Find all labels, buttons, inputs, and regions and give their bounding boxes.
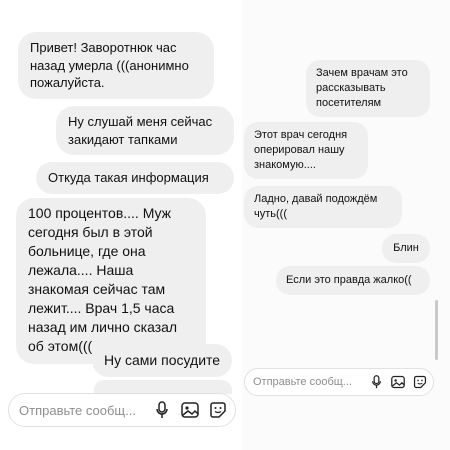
message-text: Ну слушай меня сейчас закидают тапками (68, 114, 213, 147)
right-chat-panel: Зачем врачам это рассказывать посетителя… (242, 0, 450, 450)
message-text: Зачем врачам это рассказывать посетителя… (316, 67, 408, 109)
message-text: Ну сами посудите (104, 352, 221, 368)
message-input[interactable]: Отправьте сообщ... (253, 376, 367, 388)
image-icon[interactable] (181, 401, 199, 419)
message-text: Если это правда жалко(( (286, 274, 412, 286)
message-bubble: Привет! Заворотнюк час назад умерла (((а… (18, 32, 214, 99)
message-text: Ладно, давай подождём чуть((( (254, 193, 378, 220)
message-composer[interactable]: Отправьте сообщ... (8, 393, 236, 427)
message-bubble: Ну сами посудите (92, 344, 232, 377)
sticker-icon[interactable] (209, 401, 227, 419)
message-text: Привет! Заворотнюк час назад умерла (((а… (30, 40, 189, 91)
message-bubble (94, 380, 232, 394)
message-text: Этот врач сегодня оперировал нашу знаком… (254, 129, 348, 171)
message-text: Откуда такая информация (48, 170, 209, 185)
message-bubble: Блин (382, 234, 430, 263)
sticker-icon[interactable] (413, 375, 427, 389)
mic-icon[interactable] (155, 401, 169, 419)
message-bubble: Ну слушай меня сейчас закидают тапками (56, 106, 234, 156)
message-bubble: Если это правда жалко(( (276, 266, 430, 295)
message-text: Блин (393, 242, 419, 254)
message-bubble: Ладно, давай подождём чуть((( (244, 186, 402, 228)
message-text: 100 процентов.... Муж сегодня был в этой… (28, 205, 178, 355)
scrollbar[interactable] (435, 300, 438, 360)
mic-icon[interactable] (371, 375, 382, 389)
message-input[interactable]: Отправьте сообщ... (19, 403, 151, 418)
message-composer[interactable]: Отправьте сообщ... (244, 368, 434, 396)
message-bubble: Зачем врачам это рассказывать посетителя… (306, 60, 430, 117)
image-icon[interactable] (391, 375, 405, 389)
message-bubble: Откуда такая информация (36, 162, 234, 194)
left-chat-panel: Привет! Заворотнюк час назад умерла (((а… (0, 0, 242, 450)
message-bubble: 100 процентов.... Муж сегодня был в этой… (16, 198, 206, 365)
message-bubble: Этот врач сегодня оперировал нашу знаком… (244, 122, 368, 179)
